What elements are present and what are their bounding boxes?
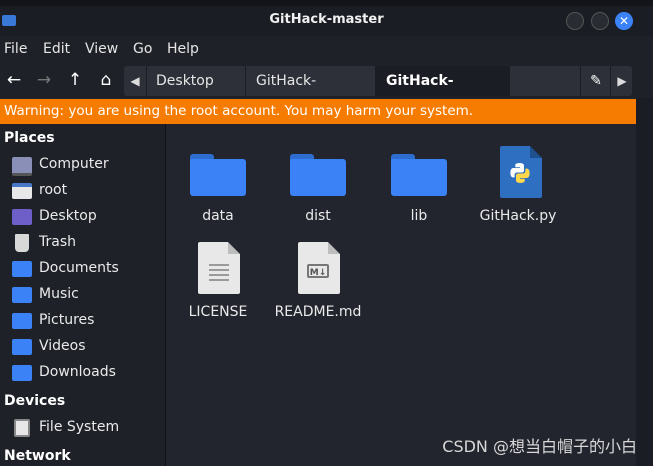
home-button[interactable]: ⌂ <box>94 68 118 92</box>
file-item-readme-md[interactable]: M↓ README.md <box>271 230 365 322</box>
sidebar-item-trash[interactable]: Trash <box>12 232 162 256</box>
forward-arrow-icon: → <box>36 70 52 90</box>
maximize-button[interactable] <box>591 12 609 30</box>
file-name: dist <box>305 208 331 224</box>
pencil-icon: ✎ <box>590 73 602 89</box>
close-icon: ✕ <box>618 14 630 28</box>
monitor-icon <box>12 157 32 176</box>
sidebar-item-label: Videos <box>39 338 86 354</box>
menu-edit[interactable]: Edit <box>43 41 70 57</box>
menu-bar: File Edit View Go Help <box>0 36 653 64</box>
trash-icon <box>15 234 29 252</box>
title-bar: GitHack-master ✕ <box>0 6 653 36</box>
breadcrumb-githack-master-current[interactable]: GitHack-master <box>376 66 510 96</box>
sidebar-item-label: Downloads <box>39 364 116 380</box>
sidebar: Places Computer root Desktop Trash Docum… <box>0 124 166 466</box>
breadcrumb-scroll-right[interactable]: ▶ <box>610 66 632 96</box>
folder-icon <box>190 154 246 196</box>
close-button[interactable]: ✕ <box>615 12 633 30</box>
menu-help[interactable]: Help <box>167 41 199 57</box>
pictures-folder-icon <box>12 313 32 329</box>
folder-icon <box>391 154 447 196</box>
breadcrumb-desktop[interactable]: Desktop <box>146 66 246 96</box>
minimize-button[interactable] <box>566 12 584 30</box>
drive-icon <box>14 419 30 437</box>
menu-go[interactable]: Go <box>133 41 152 57</box>
network-heading: Network <box>4 448 71 464</box>
up-button[interactable]: ↑ <box>63 68 87 92</box>
sidebar-item-root[interactable]: root <box>12 180 162 204</box>
menu-file[interactable]: File <box>4 41 27 57</box>
sidebar-item-pictures[interactable]: Pictures <box>12 310 162 334</box>
file-name: README.md <box>274 304 362 320</box>
root-warning-bar: Warning: you are using the root account.… <box>0 99 636 124</box>
documents-folder-icon <box>12 261 32 277</box>
home-folder-icon <box>12 183 32 199</box>
breadcrumb-githack-master-parent[interactable]: GitHack-master <box>246 66 376 96</box>
sidebar-item-desktop[interactable]: Desktop <box>12 206 162 230</box>
python-file-icon <box>500 146 542 198</box>
sidebar-item-computer[interactable]: Computer <box>12 154 162 178</box>
music-folder-icon <box>12 287 32 303</box>
up-arrow-icon: ↑ <box>67 70 83 90</box>
home-icon: ⌂ <box>100 70 112 90</box>
text-file-icon <box>198 242 240 294</box>
breadcrumb-label: Desktop <box>156 73 214 89</box>
python-logo-icon <box>510 163 530 183</box>
file-item-githack-py[interactable]: GitHack.py <box>471 134 565 226</box>
edit-location-button[interactable]: ✎ <box>580 66 611 96</box>
downloads-folder-icon <box>12 365 32 381</box>
sidebar-item-documents[interactable]: Documents <box>12 258 162 282</box>
sidebar-item-label: root <box>39 182 68 198</box>
desktop-folder-icon <box>12 209 32 225</box>
sidebar-item-label: Documents <box>39 260 119 276</box>
breadcrumb-label: GitHack-master <box>386 73 454 89</box>
breadcrumb-label: GitHack-master <box>256 73 317 89</box>
file-name: data <box>202 208 234 224</box>
back-button[interactable]: ← <box>2 68 26 92</box>
sidebar-item-label: Computer <box>39 156 109 172</box>
sidebar-item-label: File System <box>39 419 120 435</box>
folder-icon <box>290 154 346 196</box>
file-name: lib <box>410 208 428 224</box>
scrollbar[interactable] <box>636 98 653 466</box>
videos-folder-icon <box>12 339 32 355</box>
markdown-file-icon: M↓ <box>298 242 340 294</box>
toolbar: ← → ↑ ⌂ ◀ Desktop GitHack-master GitHack… <box>0 64 653 98</box>
sidebar-item-label: Desktop <box>39 208 97 224</box>
breadcrumb: ◀ Desktop GitHack-master GitHack-master … <box>124 66 632 96</box>
sidebar-item-music[interactable]: Music <box>12 284 162 308</box>
sidebar-item-videos[interactable]: Videos <box>12 336 162 360</box>
breadcrumb-scroll-left[interactable]: ◀ <box>124 66 147 96</box>
watermark: CSDN @想当白帽子的小白 <box>442 437 637 456</box>
file-item-lib[interactable]: lib <box>372 134 466 226</box>
file-name: GitHack.py <box>479 208 557 224</box>
file-item-data[interactable]: data <box>171 134 265 226</box>
sidebar-item-label: Music <box>39 286 79 302</box>
sidebar-item-label: Trash <box>39 234 76 250</box>
forward-button[interactable]: → <box>32 68 56 92</box>
devices-heading: Devices <box>4 393 66 409</box>
menu-view[interactable]: View <box>85 41 118 57</box>
chevron-right-icon: ▶ <box>617 74 627 88</box>
sidebar-item-label: Pictures <box>39 312 95 328</box>
file-item-license[interactable]: LICENSE <box>171 230 265 322</box>
sidebar-item-downloads[interactable]: Downloads <box>12 362 162 386</box>
sidebar-item-file-system[interactable]: File System <box>12 417 162 441</box>
places-heading: Places <box>4 130 55 146</box>
file-name: LICENSE <box>188 304 248 320</box>
window-title: GitHack-master <box>269 12 384 27</box>
file-view: data dist lib GitHack.py LICENSE M↓ READ… <box>166 124 636 466</box>
file-item-dist[interactable]: dist <box>271 134 365 226</box>
chevron-left-icon: ◀ <box>130 74 140 88</box>
back-arrow-icon: ← <box>6 70 22 90</box>
